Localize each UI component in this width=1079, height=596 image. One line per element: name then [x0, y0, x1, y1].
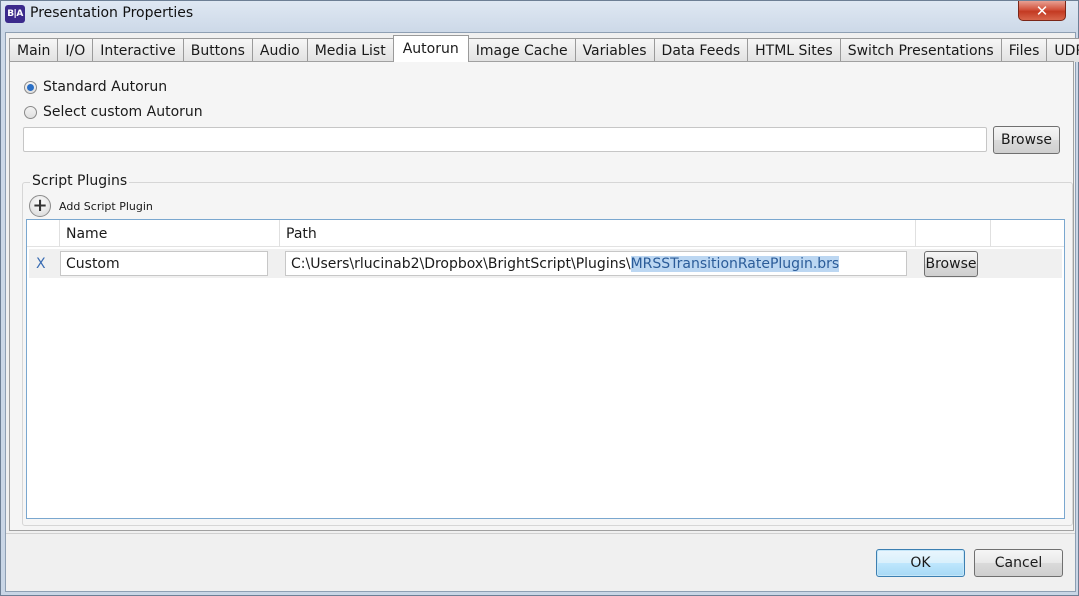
custom-autorun-path-input[interactable]: [23, 127, 987, 152]
tab-io[interactable]: I/O: [57, 38, 94, 62]
dialog-client-area: Main I/O Interactive Buttons Audio Media…: [5, 32, 1079, 592]
tab-main[interactable]: Main: [9, 38, 59, 62]
tab-files[interactable]: Files: [1000, 38, 1048, 62]
footer-divider: [6, 533, 1075, 534]
plugin-name-input[interactable]: Custom: [60, 251, 268, 276]
title-bar[interactable]: B|A Presentation Properties ✕: [1, 1, 1078, 29]
app-logo-icon: B|A: [5, 5, 25, 23]
table-row: X Custom C:\Users\rlucinab2\Dropbox\Brig…: [29, 249, 1062, 278]
column-divider: [915, 220, 916, 247]
custom-autorun-radio[interactable]: [24, 105, 37, 119]
plus-icon[interactable]: +: [29, 195, 51, 217]
window-title: Presentation Properties: [30, 5, 194, 21]
cancel-button[interactable]: Cancel: [974, 549, 1063, 577]
close-icon: ✕: [1035, 1, 1049, 20]
tab-media-list[interactable]: Media List: [306, 38, 394, 62]
standard-autorun-radio[interactable]: [24, 80, 37, 94]
column-header-path[interactable]: Path: [280, 220, 880, 247]
add-script-plugin-label: Add Script Plugin: [59, 199, 153, 213]
tab-buttons[interactable]: Buttons: [182, 38, 253, 62]
custom-autorun-browse-button[interactable]: Browse: [993, 126, 1060, 154]
custom-autorun-label: Select custom Autorun: [43, 104, 203, 120]
plugin-path-input[interactable]: C:\Users\rlucinab2\Dropbox\BrightScript\…: [285, 251, 907, 276]
tab-switch-presentations[interactable]: Switch Presentations: [839, 38, 1002, 62]
plugin-path-prefix: C:\Users\rlucinab2\Dropbox\BrightScript\…: [291, 255, 631, 272]
standard-autorun-label: Standard Autorun: [43, 79, 168, 95]
tab-html-sites[interactable]: HTML Sites: [747, 38, 841, 62]
script-plugins-grid: Name Path X Custom C:\Users\rlucinab2\Dr…: [26, 219, 1065, 519]
plugin-path-selected-text: MRSSTransitionRatePlugin.brs: [630, 255, 840, 272]
add-script-plugin-button[interactable]: + Add Script Plugin: [29, 195, 153, 217]
tab-variables[interactable]: Variables: [574, 38, 655, 62]
tab-autorun[interactable]: Autorun: [392, 35, 469, 62]
column-divider: [990, 220, 991, 247]
close-button[interactable]: ✕: [1018, 1, 1066, 21]
autorun-panel: Standard Autorun Select custom Autorun B…: [9, 61, 1074, 531]
tab-strip: Main I/O Interactive Buttons Audio Media…: [9, 35, 1079, 62]
remove-plugin-button[interactable]: X: [36, 256, 46, 272]
dialog-window: B|A Presentation Properties ✕ Main I/O I…: [0, 0, 1079, 596]
tab-audio[interactable]: Audio: [251, 38, 308, 62]
tab-udp[interactable]: UDP: [1046, 38, 1079, 62]
tab-interactive[interactable]: Interactive: [92, 38, 184, 62]
plugin-browse-button[interactable]: Browse: [924, 251, 978, 277]
grid-header: Name Path: [27, 220, 1064, 247]
ok-button[interactable]: OK: [876, 549, 965, 577]
radio-selected-dot: [27, 83, 34, 91]
script-plugins-label: Script Plugins: [30, 173, 130, 189]
standard-autorun-option[interactable]: Standard Autorun: [24, 79, 167, 95]
tab-data-feeds[interactable]: Data Feeds: [653, 38, 749, 62]
column-header-name[interactable]: Name: [60, 220, 280, 247]
tab-image-cache[interactable]: Image Cache: [467, 38, 576, 62]
custom-autorun-option[interactable]: Select custom Autorun: [24, 104, 203, 120]
